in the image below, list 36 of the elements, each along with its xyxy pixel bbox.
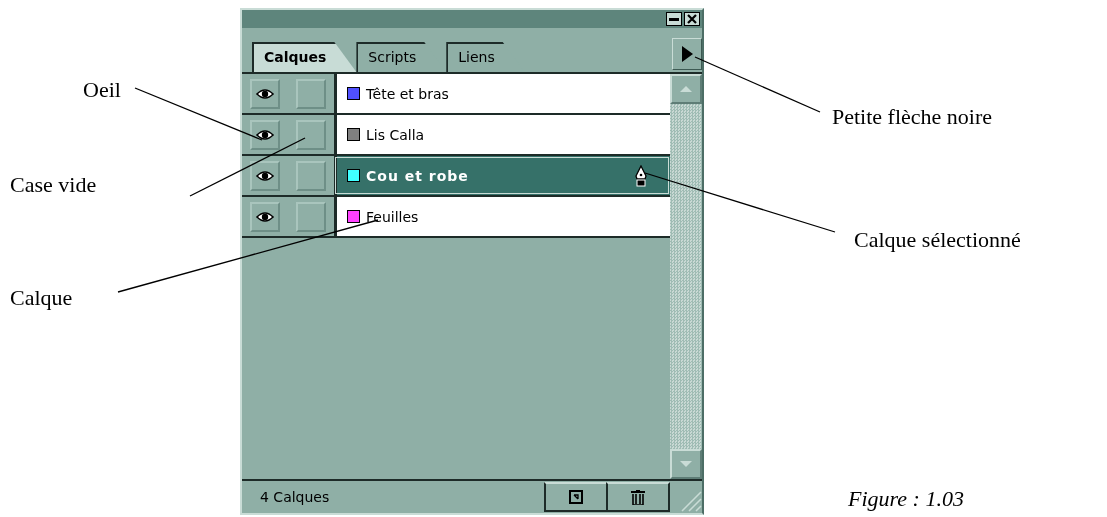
layer-row[interactable]: Feuilles xyxy=(334,197,670,236)
new-layer-button[interactable] xyxy=(544,482,608,512)
palette-menu-button[interactable] xyxy=(672,38,702,70)
annotation-label: Calque xyxy=(10,285,73,311)
triangle-icon xyxy=(681,46,693,62)
up-arrow-icon xyxy=(680,86,692,92)
layer-row[interactable]: Cou et robe xyxy=(334,156,670,195)
eye-icon xyxy=(256,127,274,142)
eye-icon xyxy=(256,168,274,183)
layer-name: Feuilles xyxy=(366,208,420,225)
annotation-label: Oeil xyxy=(83,77,121,103)
visibility-toggle[interactable] xyxy=(250,160,280,191)
figure-caption: Figure : 1.03 xyxy=(848,486,964,512)
annotation-label: Calque sélectionné xyxy=(854,227,1021,253)
layer-name: Tête et bras xyxy=(366,85,450,102)
layer-name: Cou et robe xyxy=(366,167,470,184)
annotation-label: Case vide xyxy=(10,172,97,198)
delete-layer-button[interactable] xyxy=(606,482,670,512)
layer-count: 4 Calques xyxy=(259,489,331,505)
layer-name: Lis Calla xyxy=(366,126,426,143)
layer-row[interactable]: Tête et bras xyxy=(334,74,670,113)
trash-icon xyxy=(631,489,645,505)
visibility-toggle[interactable] xyxy=(250,78,280,109)
annotation-label: Petite flèche noire xyxy=(832,104,993,130)
minimize-icon[interactable] xyxy=(666,12,682,26)
eye-icon xyxy=(256,86,274,101)
down-arrow-icon xyxy=(680,461,692,467)
eye-icon xyxy=(256,209,274,224)
close-icon[interactable] xyxy=(684,12,700,26)
pen-icon xyxy=(634,164,648,187)
scroll-down-button[interactable] xyxy=(670,449,702,479)
layer-row[interactable]: Lis Calla xyxy=(334,115,670,154)
visibility-toggle[interactable] xyxy=(250,119,280,150)
new-page-icon xyxy=(569,490,583,504)
visibility-toggle[interactable] xyxy=(250,201,280,232)
tab[interactable]: Calques xyxy=(252,42,357,72)
